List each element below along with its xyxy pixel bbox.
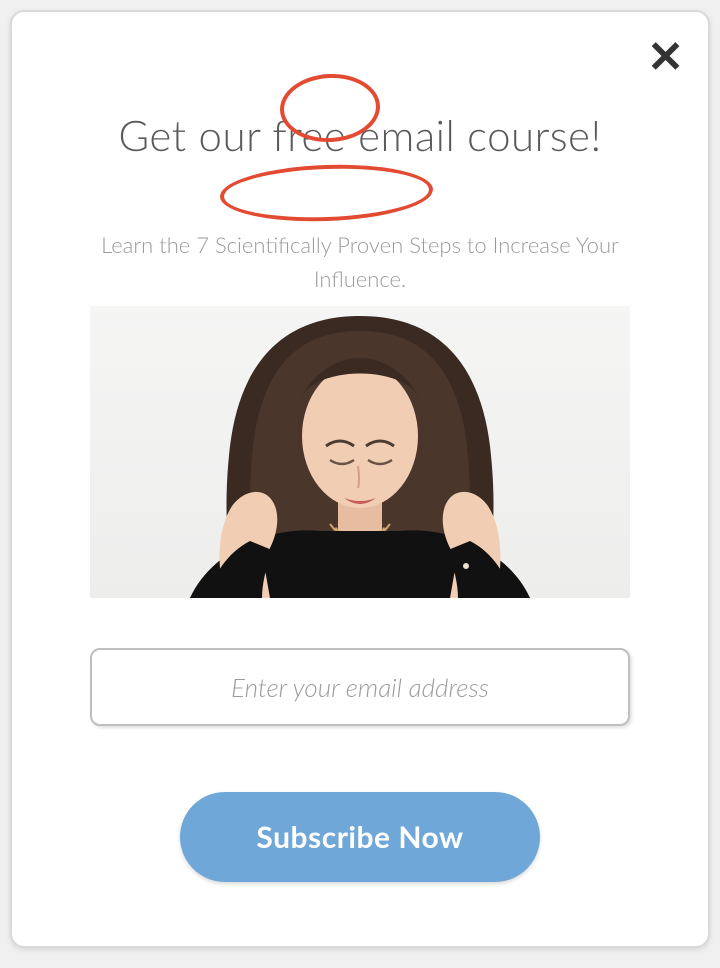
heading-highlight-free: free [272, 110, 346, 160]
subheading-highlight: Scientifically Proven [215, 231, 403, 258]
modal-heading: Get our free email course! [118, 110, 601, 160]
email-input[interactable] [90, 648, 630, 726]
heading-before: Get our [118, 110, 272, 160]
subheading-before: Learn the 7 [101, 231, 215, 258]
modal-subheading: Learn the 7 Scientifically Proven Steps … [12, 228, 708, 296]
heading-row: Get our free email course! [12, 82, 708, 188]
hero-image-woman-pointing-down [90, 306, 630, 598]
close-icon[interactable]: ✕ [647, 36, 684, 80]
signup-modal: ✕ Get our free email course! Learn the 7… [10, 10, 710, 948]
subscribe-button[interactable]: Subscribe Now [180, 792, 540, 882]
heading-after: email course! [346, 110, 601, 160]
signup-form: Subscribe Now [12, 648, 708, 882]
